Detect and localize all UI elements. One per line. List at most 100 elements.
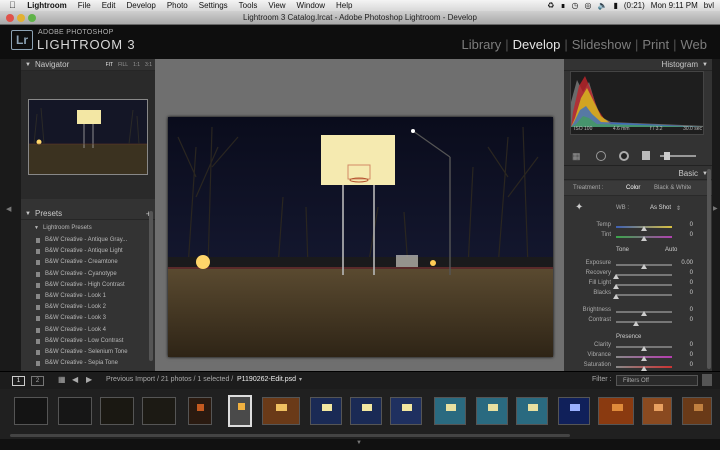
spot-removal-icon[interactable] (596, 151, 606, 161)
filmstrip-thumbnail[interactable] (598, 397, 634, 425)
filmstrip-scrollbar[interactable] (10, 434, 570, 437)
preset-folder[interactable]: ▼ Lightroom Presets (21, 223, 155, 234)
slider-thumb[interactable] (641, 226, 647, 231)
slider-thumb[interactable] (641, 264, 647, 269)
preset-item[interactable]: B&W Creative - Antique Light (21, 246, 155, 257)
preset-item[interactable]: B&W Creative - Look 3 (21, 313, 155, 324)
preset-item[interactable]: B&W Creative - Low Contrast (21, 336, 155, 347)
develop-photo[interactable] (168, 117, 553, 357)
slider-track[interactable] (616, 284, 672, 286)
right-panel-edge[interactable]: ▶ (712, 59, 720, 371)
auto-tone-button[interactable]: Auto (665, 247, 677, 253)
bluetooth-icon[interactable]: ∎ (560, 1, 565, 10)
slider-thumb[interactable] (613, 294, 619, 299)
navigator-thumbnail[interactable] (28, 99, 148, 175)
filmstrip-thumbnail[interactable] (434, 397, 466, 425)
preset-item[interactable]: B&W Creative - Look 4 (21, 325, 155, 336)
presets-scrollbar[interactable] (149, 211, 153, 361)
left-panel-edge[interactable]: ◀ (0, 59, 21, 371)
menu-window[interactable]: Window (291, 0, 330, 11)
module-slideshow[interactable]: Slideshow (568, 37, 635, 52)
filmstrip-thumbnail[interactable] (228, 395, 252, 427)
monitor-1-button[interactable]: 1 (12, 376, 25, 386)
collapse-left-icon[interactable]: ◀ (6, 205, 11, 213)
menu-lightroom[interactable]: Lightroom (22, 0, 73, 11)
battery-icon[interactable]: ▮ (613, 1, 617, 10)
timemachine-icon[interactable]: ◷ (572, 1, 579, 10)
right-panel-scrollbar[interactable] (707, 169, 711, 369)
menu-edit[interactable]: Edit (96, 0, 121, 11)
slider-value[interactable]: 0 (679, 342, 693, 348)
preset-item[interactable]: B&W Creative - Selenium Tone (21, 347, 155, 358)
menu-develop[interactable]: Develop (121, 0, 161, 11)
slider-thumb[interactable] (641, 311, 647, 316)
histogram[interactable]: ISO 100 4.6 mm f / 3.2 30.0 sec (570, 71, 704, 135)
histogram-header[interactable]: Histogram ▼ (564, 59, 712, 71)
apple-menu-icon[interactable]:  (0, 0, 22, 11)
slider-value[interactable]: 0 (679, 317, 693, 323)
filmstrip-thumbnail[interactable] (390, 397, 422, 425)
clock[interactable]: Mon 9:11 PM (651, 1, 698, 10)
slider-track[interactable] (616, 321, 672, 323)
basic-header[interactable]: Basic ▼ (564, 168, 712, 180)
slider-thumb[interactable] (613, 274, 619, 279)
adjustment-brush-icon[interactable] (664, 152, 670, 160)
filmstrip-thumbnail[interactable] (642, 397, 672, 425)
preset-item[interactable]: B&W Creative - Antique Gray... (21, 235, 155, 246)
collapse-right-icon[interactable]: ▶ (713, 205, 718, 212)
slider-value[interactable]: 0 (679, 290, 693, 296)
grid-view-icon[interactable]: ▦ (58, 375, 66, 384)
slider-value[interactable]: 0 (679, 352, 693, 358)
filmstrip-thumbnail[interactable] (558, 397, 590, 425)
wifi-icon[interactable]: ◎ (585, 1, 592, 10)
filmstrip-thumbnail[interactable] (516, 397, 548, 425)
sync-icon[interactable]: ♻ (547, 1, 554, 10)
module-library[interactable]: Library (457, 37, 505, 52)
menu-photo[interactable]: Photo (161, 0, 193, 11)
chevron-updown-icon[interactable]: ⇕ (676, 205, 681, 212)
slider-thumb[interactable] (641, 346, 647, 351)
presets-header[interactable]: ▼ Presets + (21, 208, 155, 220)
menu-help[interactable]: Help (331, 0, 358, 11)
slider-value[interactable]: 0 (679, 280, 693, 286)
filmstrip-thumbnail[interactable] (100, 397, 134, 425)
filmstrip-thumbnail[interactable] (476, 397, 508, 425)
zoom-fit[interactable]: FIT (106, 59, 114, 71)
zoom-1-1[interactable]: 1:1 (133, 59, 140, 71)
module-develop[interactable]: Develop (509, 37, 565, 52)
preset-item[interactable]: B&W Creative - Cyanotype (21, 269, 155, 280)
wb-eyedropper-icon[interactable]: ✦ (575, 202, 583, 213)
slider-value[interactable]: 0 (679, 307, 693, 313)
volume-icon[interactable]: 🔈 (598, 1, 608, 10)
module-web[interactable]: Web (677, 37, 712, 52)
slider-value[interactable]: 0.00 (679, 260, 693, 266)
menu-settings[interactable]: Settings (193, 0, 233, 11)
slider-thumb[interactable] (641, 356, 647, 361)
menu-tools[interactable]: Tools (233, 0, 263, 11)
close-button[interactable] (6, 14, 14, 22)
module-print[interactable]: Print (638, 37, 673, 52)
filmstrip-thumbnail[interactable] (310, 397, 342, 425)
preset-item[interactable]: B&W Creative - Sepia Tone (21, 358, 155, 369)
graduated-filter-icon[interactable] (642, 151, 650, 160)
slider-value[interactable]: 0 (679, 270, 693, 276)
slider-value[interactable]: 0 (679, 222, 693, 228)
preset-item[interactable]: B&W Creative - Creamtone (21, 257, 155, 268)
minimize-button[interactable] (17, 14, 25, 22)
slider-thumb[interactable] (613, 284, 619, 289)
wb-dropdown[interactable]: As Shot (650, 205, 671, 211)
zoom-button[interactable] (28, 14, 36, 22)
filmstrip-thumbnail[interactable] (188, 397, 212, 425)
battery-time[interactable]: (0:21) (624, 1, 645, 10)
filmstrip-thumbnail[interactable] (682, 397, 712, 425)
slider-value[interactable]: 0 (679, 232, 693, 238)
treatment-color[interactable]: Color (626, 185, 640, 191)
menu-file[interactable]: File (72, 0, 96, 11)
filmstrip-thumbnail[interactable] (58, 397, 92, 425)
user-name[interactable]: bvl (704, 1, 714, 10)
monitor-2-button[interactable]: 2 (31, 376, 44, 386)
forward-arrow-icon[interactable]: ▶ (86, 375, 92, 384)
zoom-fill[interactable]: FILL (118, 59, 128, 71)
slider-track[interactable] (616, 294, 672, 296)
slider-thumb[interactable] (641, 236, 647, 241)
